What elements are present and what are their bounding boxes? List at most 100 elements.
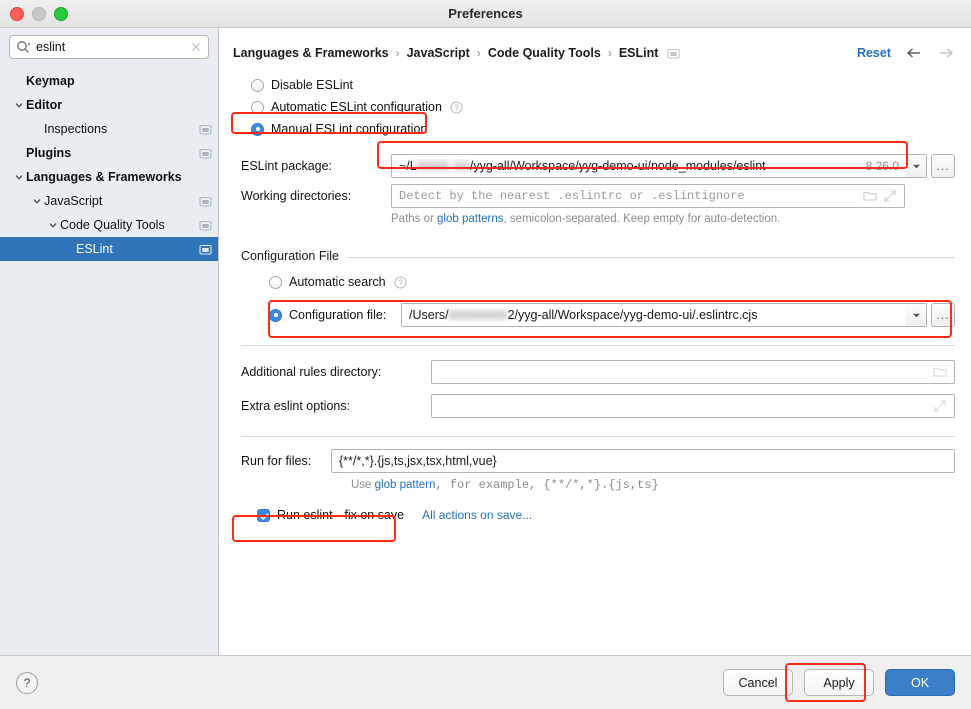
redacted-path-segment: iiiiiiiiii iiiii bbox=[416, 159, 470, 174]
chevron-down-icon[interactable] bbox=[12, 170, 26, 184]
svg-text:?: ? bbox=[454, 103, 459, 112]
sidebar-item-label: Inspections bbox=[44, 122, 108, 136]
eslint-settings-content: Disable ESLint Automatic ESLint configur… bbox=[219, 68, 971, 522]
preferences-window: Preferences eslint Keymap Editor Inspect… bbox=[0, 0, 971, 709]
clear-icon[interactable] bbox=[190, 41, 202, 53]
hint-suffix: , for example, {**/*,*}.{js,ts} bbox=[435, 478, 659, 492]
sidebar-item-languages-frameworks[interactable]: Languages & Frameworks bbox=[0, 165, 218, 189]
settings-main-panel: Languages & Frameworks › JavaScript › Co… bbox=[219, 28, 971, 655]
chevron-down-icon[interactable] bbox=[906, 303, 927, 327]
breadcrumb-item-eslint[interactable]: ESLint bbox=[619, 46, 659, 60]
path-suffix: 2/yyg-all/Workspace/yyg-demo-ui/.eslintr… bbox=[507, 307, 758, 322]
search-input[interactable]: eslint bbox=[36, 36, 190, 58]
path-prefix: /Users/ bbox=[409, 307, 449, 322]
chevron-down-icon[interactable] bbox=[906, 154, 927, 178]
extra-eslint-options-input[interactable] bbox=[431, 394, 955, 418]
sidebar-item-javascript[interactable]: JavaScript bbox=[0, 189, 218, 213]
sidebar-item-inspections[interactable]: Inspections bbox=[0, 117, 218, 141]
run-for-files-hint: Use glob pattern, for example, {**/*,*}.… bbox=[351, 478, 955, 492]
hint-prefix: Use bbox=[351, 479, 375, 491]
sidebar-item-label: Editor bbox=[26, 98, 63, 112]
additional-rules-directory-label: Additional rules directory: bbox=[241, 365, 382, 379]
radio-manual-configuration[interactable] bbox=[251, 122, 264, 136]
additional-rules-directory-input[interactable] bbox=[431, 360, 955, 384]
chevron-down-icon[interactable] bbox=[12, 98, 26, 112]
working-directories-hint: Paths or glob patterns, semicolon-separa… bbox=[391, 213, 955, 225]
all-actions-on-save-link[interactable]: All actions on save... bbox=[422, 508, 532, 522]
fix-on-save-checkbox[interactable] bbox=[257, 508, 270, 522]
glob-pattern-link[interactable]: glob pattern bbox=[375, 479, 436, 491]
sidebar-item-plugins[interactable]: Plugins bbox=[0, 141, 218, 165]
expand-icon[interactable] bbox=[933, 399, 947, 413]
dialog-footer: ? Cancel Apply OK bbox=[0, 655, 971, 709]
extra-eslint-options-row: Extra eslint options: bbox=[241, 394, 955, 418]
settings-module-icon bbox=[199, 219, 212, 232]
arrow-left-icon[interactable] bbox=[905, 46, 923, 60]
radio-automatic-configuration[interactable] bbox=[251, 100, 264, 114]
settings-module-icon bbox=[199, 123, 212, 136]
option-automatic-search[interactable]: Automatic search ? bbox=[269, 271, 955, 293]
sidebar-item-label: Plugins bbox=[26, 146, 72, 160]
run-for-files-input[interactable]: {**/*,*}.{js,ts,jsx,tsx,html,vue} bbox=[331, 449, 955, 473]
help-icon[interactable]: ? bbox=[450, 101, 463, 114]
cancel-button[interactable]: Cancel bbox=[723, 669, 793, 696]
run-for-files-value: {**/*,*}.{js,ts,jsx,tsx,html,vue} bbox=[339, 454, 497, 468]
eslint-package-value: ~/Liiiiiiiiii iiiii/yyg-all/Workspace/yy… bbox=[399, 159, 766, 174]
working-directories-placeholder: Detect by the nearest .eslintrc or .esli… bbox=[399, 189, 745, 203]
maximize-window-button[interactable] bbox=[54, 6, 68, 21]
breadcrumb-item-javascript[interactable]: JavaScript bbox=[407, 46, 470, 60]
configuration-file-value: /Users/iiiiiiiiiiiiiiiiii2/yyg-all/Works… bbox=[409, 308, 757, 323]
title-bar: Preferences bbox=[0, 0, 971, 28]
sidebar-item-label: Code Quality Tools bbox=[60, 218, 165, 232]
help-icon[interactable]: ? bbox=[394, 276, 407, 289]
arrow-right-icon bbox=[937, 46, 955, 60]
sidebar-item-label: Keymap bbox=[26, 74, 75, 88]
breadcrumb-separator: › bbox=[395, 46, 400, 60]
close-window-button[interactable] bbox=[10, 6, 24, 21]
option-automatic-configuration[interactable]: Automatic ESLint configuration ? bbox=[251, 96, 955, 118]
configuration-file-group: Configuration File Automatic search ? Co… bbox=[241, 249, 955, 327]
sidebar-item-editor[interactable]: Editor bbox=[0, 93, 218, 117]
breadcrumb-item-code-quality[interactable]: Code Quality Tools bbox=[488, 46, 601, 60]
search-icon bbox=[16, 40, 31, 55]
settings-tree: Keymap Editor Inspections Plugins Langua… bbox=[0, 67, 218, 655]
radio-configuration-file[interactable] bbox=[269, 308, 282, 322]
chevron-down-icon[interactable] bbox=[46, 218, 60, 232]
working-directories-row: Working directories: Detect by the neare… bbox=[241, 184, 955, 208]
section-divider bbox=[241, 345, 955, 346]
ok-button[interactable]: OK bbox=[885, 669, 955, 696]
working-directories-input[interactable]: Detect by the nearest .eslintrc or .esli… bbox=[391, 184, 905, 208]
reset-button[interactable]: Reset bbox=[857, 46, 891, 60]
eslint-package-input[interactable]: ~/Liiiiiiiiii iiiii/yyg-all/Workspace/yy… bbox=[391, 154, 906, 178]
sidebar-item-keymap[interactable]: Keymap bbox=[0, 69, 218, 93]
browse-configuration-file-button[interactable]: ... bbox=[931, 303, 955, 327]
chevron-down-icon[interactable] bbox=[30, 194, 44, 208]
glob-patterns-link[interactable]: glob patterns bbox=[437, 213, 504, 225]
folder-icon[interactable] bbox=[933, 365, 947, 379]
settings-module-icon bbox=[199, 243, 212, 256]
path-suffix: /yyg-all/Workspace/yyg-demo-ui/node_modu… bbox=[469, 158, 766, 173]
settings-module-icon bbox=[667, 47, 680, 60]
svg-text:?: ? bbox=[398, 278, 403, 287]
option-disable-eslint[interactable]: Disable ESLint bbox=[251, 74, 955, 96]
browse-eslint-package-button[interactable]: ... bbox=[931, 154, 955, 178]
sidebar-item-eslint[interactable]: ESLint bbox=[0, 237, 218, 261]
expand-icon[interactable] bbox=[883, 189, 897, 203]
sidebar-item-label: JavaScript bbox=[44, 194, 103, 208]
folder-icon[interactable] bbox=[863, 189, 877, 203]
breadcrumb-item-languages[interactable]: Languages & Frameworks bbox=[233, 46, 389, 60]
configuration-file-input[interactable]: /Users/iiiiiiiiiiiiiiiiii2/yyg-all/Works… bbox=[401, 303, 906, 327]
run-for-files-label: Run for files: bbox=[241, 454, 312, 468]
option-manual-configuration[interactable]: Manual ESLint configuration bbox=[251, 118, 955, 140]
radio-automatic-search[interactable] bbox=[269, 275, 282, 289]
eslint-package-row: ESLint package: ~/Liiiiiiiiii iiiii/yyg-… bbox=[241, 154, 955, 178]
minimize-window-button[interactable] bbox=[32, 6, 46, 21]
radio-disable-eslint[interactable] bbox=[251, 78, 264, 92]
search-field[interactable]: eslint bbox=[9, 35, 209, 59]
hint-prefix: Paths or bbox=[391, 213, 438, 225]
sidebar-item-code-quality-tools[interactable]: Code Quality Tools bbox=[0, 213, 218, 237]
extra-eslint-options-label: Extra eslint options: bbox=[241, 399, 351, 413]
group-divider bbox=[345, 257, 955, 258]
apply-button[interactable]: Apply bbox=[804, 669, 874, 696]
help-button[interactable]: ? bbox=[16, 671, 38, 694]
